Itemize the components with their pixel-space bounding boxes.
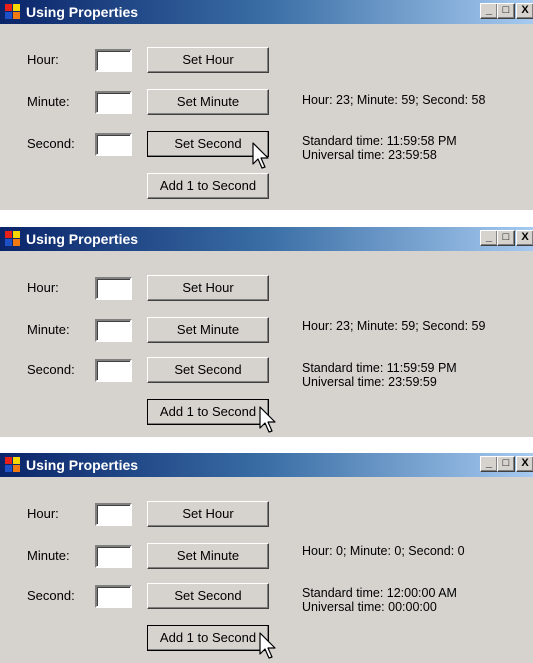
app-icon[interactable] xyxy=(5,231,21,247)
minimize-button[interactable]: _ xyxy=(480,456,498,472)
window-title: Using Properties xyxy=(26,231,139,247)
hour-input[interactable] xyxy=(95,503,132,526)
universal-time: Universal time: 23:59:59 xyxy=(302,375,437,389)
second-label: Second: xyxy=(27,136,75,151)
time-display: Hour: 23; Minute: 59; Second: 58 xyxy=(302,93,486,107)
set-second-button[interactable]: Set Second xyxy=(147,583,269,609)
title-bar[interactable]: Using Properties _ □ X xyxy=(0,453,533,477)
universal-time: Universal time: 00:00:00 xyxy=(302,600,437,614)
minute-input[interactable] xyxy=(95,91,132,114)
minimize-button[interactable]: _ xyxy=(480,3,498,19)
title-bar[interactable]: Using Properties _ □ X xyxy=(0,0,533,24)
add-second-button[interactable]: Add 1 to Second xyxy=(147,173,269,199)
standard-time: Standard time: 11:59:59 PM xyxy=(302,361,457,375)
close-button[interactable]: X xyxy=(516,3,533,19)
second-input[interactable] xyxy=(95,133,132,156)
hour-label: Hour: xyxy=(27,280,59,295)
window-2: Using Properties _ □ X Hour: Minute: Sec… xyxy=(0,227,533,437)
time-display: Hour: 23; Minute: 59; Second: 59 xyxy=(302,319,486,333)
universal-time: Universal time: 23:59:58 xyxy=(302,148,437,162)
app-icon[interactable] xyxy=(5,457,21,473)
minimize-button[interactable]: _ xyxy=(480,230,498,246)
set-minute-button[interactable]: Set Minute xyxy=(147,543,269,569)
close-button[interactable]: X xyxy=(516,456,533,472)
second-label: Second: xyxy=(27,362,75,377)
pointer-cursor-icon xyxy=(259,406,276,433)
standard-time: Standard time: 12:00:00 AM xyxy=(302,586,457,600)
pointer-cursor-icon xyxy=(259,632,276,659)
second-input[interactable] xyxy=(95,585,132,608)
set-second-button[interactable]: Set Second xyxy=(147,357,269,383)
add-second-button[interactable]: Add 1 to Second xyxy=(147,625,269,651)
set-minute-button[interactable]: Set Minute xyxy=(147,89,269,115)
set-hour-button[interactable]: Set Hour xyxy=(147,47,269,73)
standard-time: Standard time: 11:59:58 PM xyxy=(302,134,457,148)
second-input[interactable] xyxy=(95,359,132,382)
minute-label: Minute: xyxy=(27,94,70,109)
add-second-button[interactable]: Add 1 to Second xyxy=(147,399,269,425)
maximize-button[interactable]: □ xyxy=(497,230,515,246)
set-second-button[interactable]: Set Second xyxy=(147,131,269,157)
second-label: Second: xyxy=(27,588,75,603)
title-bar[interactable]: Using Properties _ □ X xyxy=(0,227,533,251)
window-1: Using Properties _ □ X Hour: Minute: Sec… xyxy=(0,0,533,210)
hour-label: Hour: xyxy=(27,506,59,521)
set-minute-button[interactable]: Set Minute xyxy=(147,317,269,343)
hour-input[interactable] xyxy=(95,49,132,72)
pointer-cursor-icon xyxy=(252,142,269,169)
hour-input[interactable] xyxy=(95,277,132,300)
app-icon[interactable] xyxy=(5,4,21,20)
minute-label: Minute: xyxy=(27,322,70,337)
minute-input[interactable] xyxy=(95,319,132,342)
minute-input[interactable] xyxy=(95,545,132,568)
maximize-button[interactable]: □ xyxy=(497,456,515,472)
window-3: Using Properties _ □ X Hour: Minute: Sec… xyxy=(0,453,533,663)
maximize-button[interactable]: □ xyxy=(497,3,515,19)
close-button[interactable]: X xyxy=(516,230,533,246)
set-hour-button[interactable]: Set Hour xyxy=(147,275,269,301)
time-display: Hour: 0; Minute: 0; Second: 0 xyxy=(302,544,465,558)
window-title: Using Properties xyxy=(26,457,139,473)
minute-label: Minute: xyxy=(27,548,70,563)
set-hour-button[interactable]: Set Hour xyxy=(147,501,269,527)
hour-label: Hour: xyxy=(27,52,59,67)
window-title: Using Properties xyxy=(26,4,139,20)
